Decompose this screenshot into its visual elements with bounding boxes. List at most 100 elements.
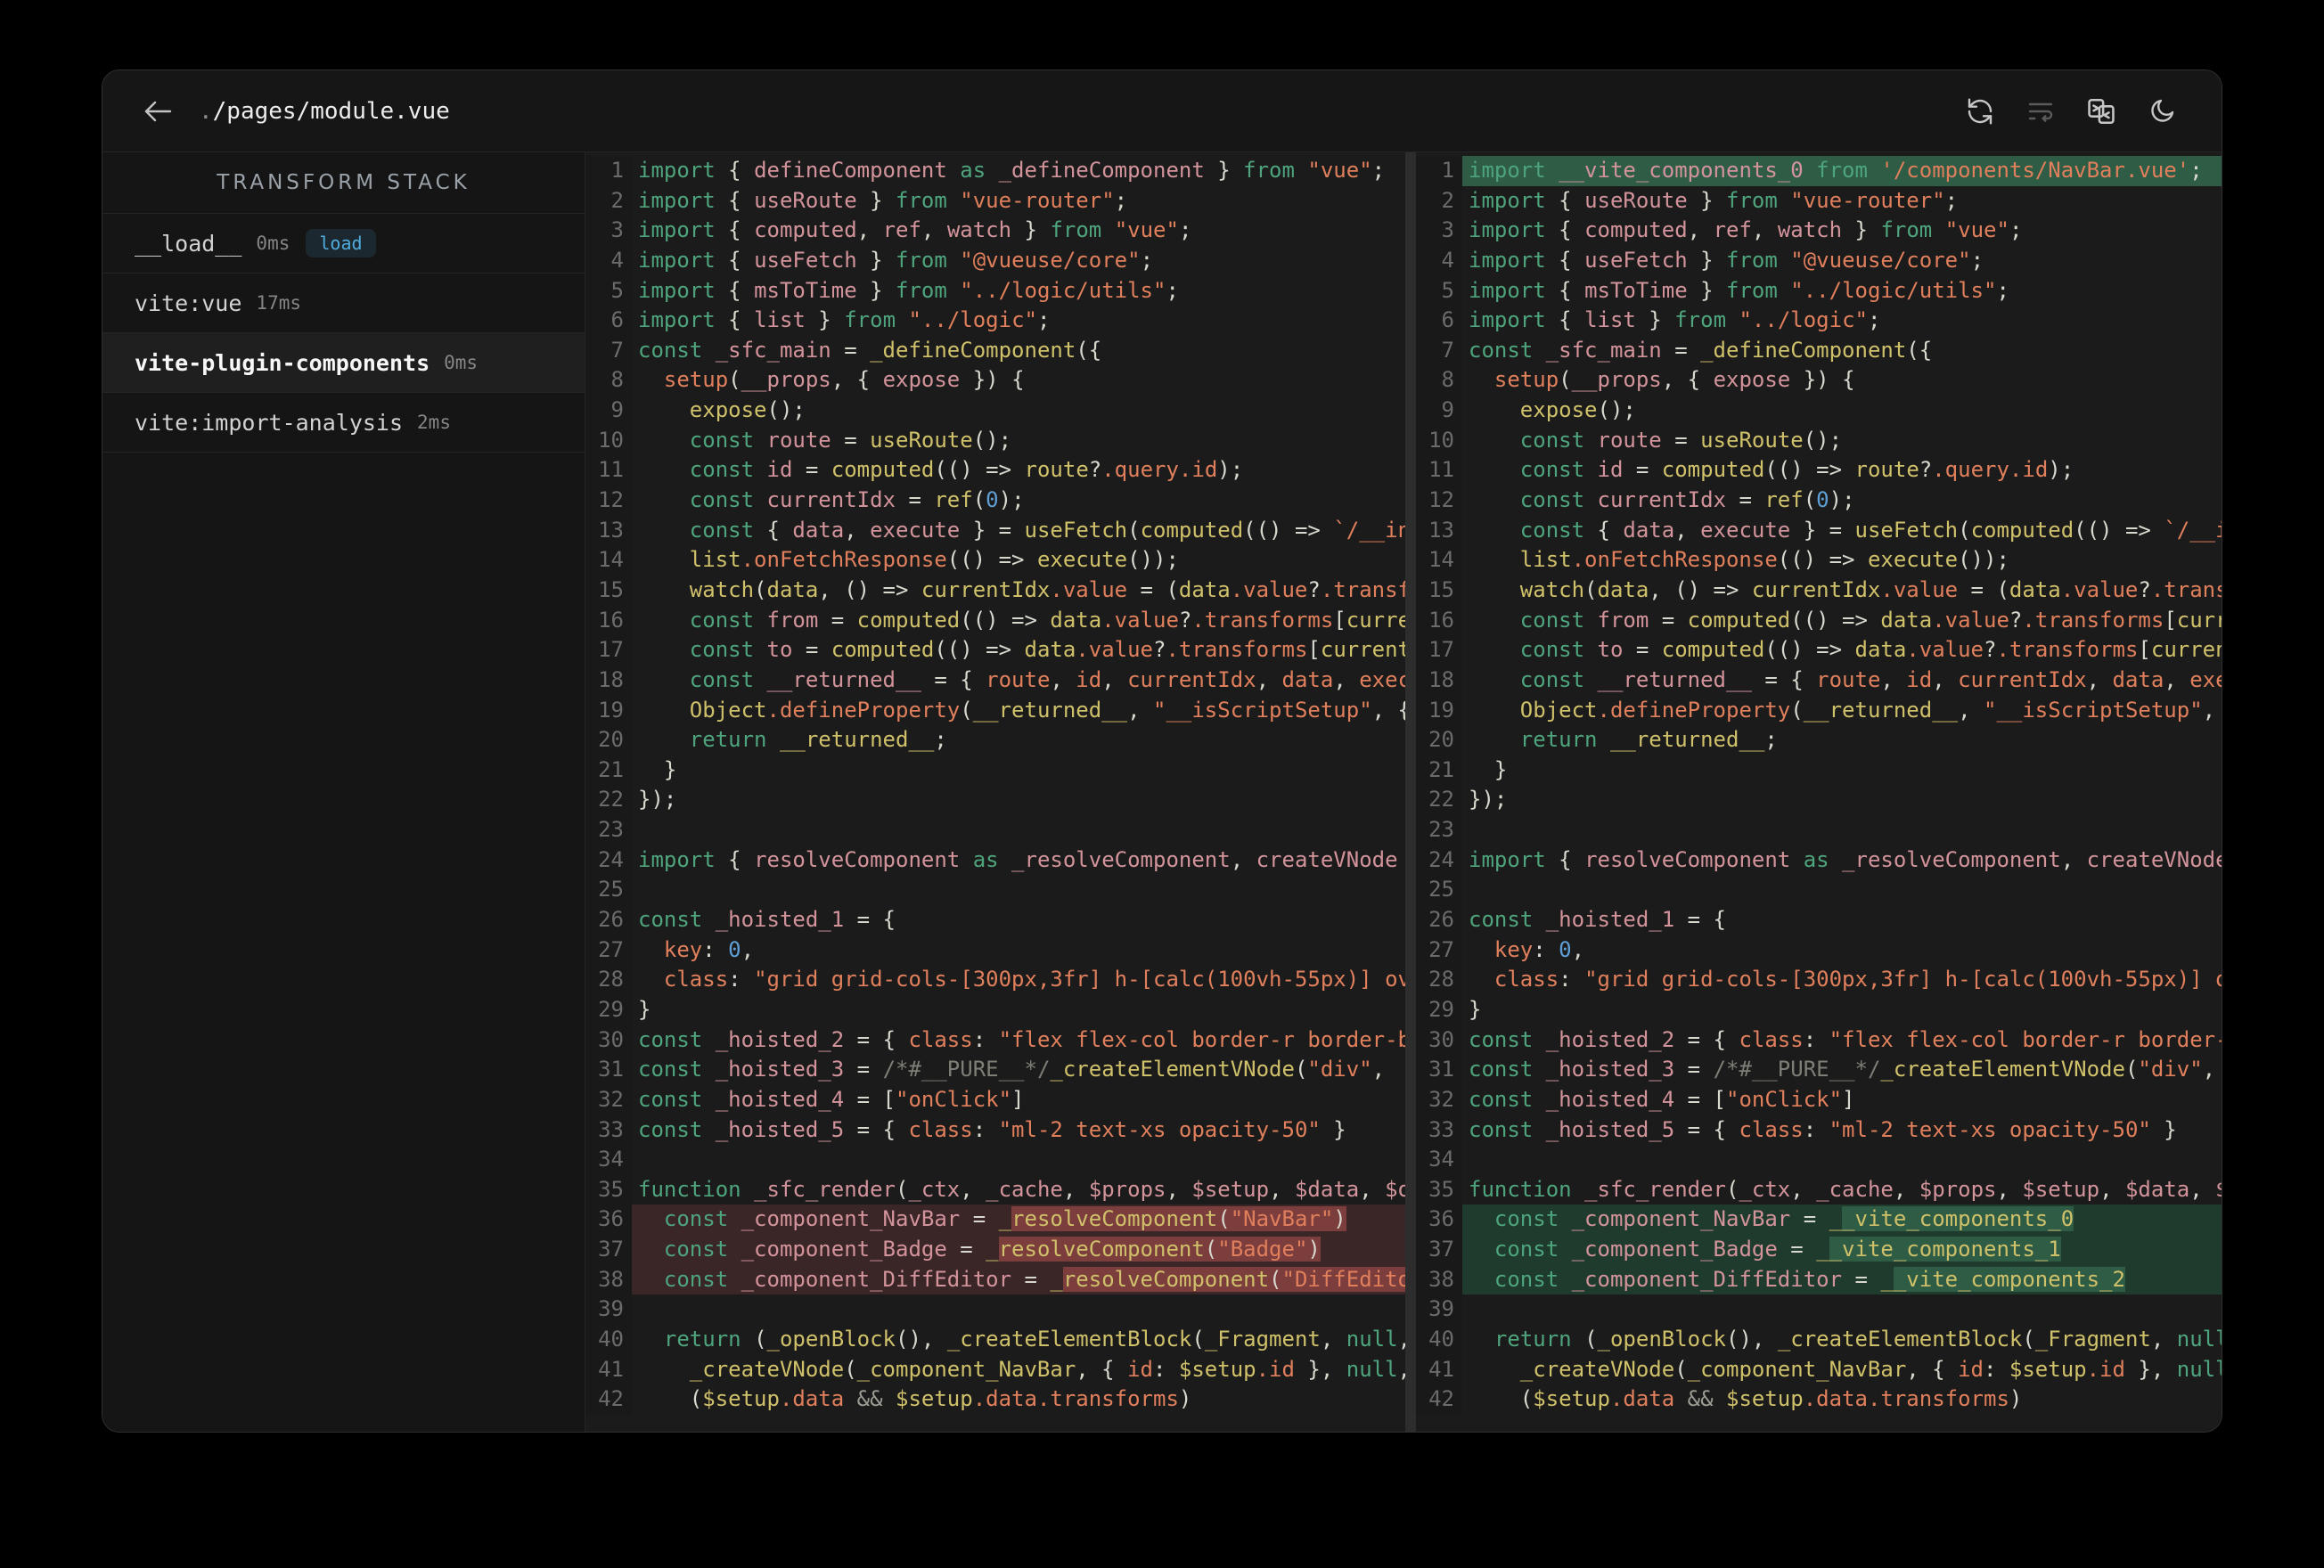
code-text: import { useFetch } from "@vueuse/core";: [1469, 247, 1984, 273]
compare-panes-button[interactable]: [2081, 91, 2122, 132]
code-text: ($setup.data && $setup.data.transforms): [1469, 1386, 2023, 1412]
code-text: const _hoisted_5 = { class: "ml-2 text-x…: [638, 1116, 1346, 1142]
code-text: const id = computed(() => route?.query.i…: [1519, 457, 2074, 483]
code-text: }: [1469, 996, 1482, 1022]
code-pane-after[interactable]: 1 import __vite_components_0 from '/compo…: [1416, 152, 2222, 1432]
code-text: expose();: [689, 397, 806, 423]
plugin-name: __load__: [135, 230, 242, 257]
line-number: 6: [1416, 306, 1462, 336]
code-line: 25: [1416, 875, 2222, 906]
transform-stack-title: TRANSFORM STACK: [102, 152, 585, 214]
line-number: 33: [1416, 1115, 1462, 1146]
code-text: const to = computed(() => data.value?.tr…: [1519, 637, 2222, 663]
line-number: 39: [585, 1294, 632, 1325]
line-number: 40: [1416, 1324, 1462, 1355]
line-number: 3: [1416, 216, 1462, 246]
code-line: 41 _createVNode(_component_NavBar, { id:…: [585, 1354, 1405, 1385]
refresh-button[interactable]: [1960, 91, 2001, 132]
code-text: return __returned__;: [689, 727, 947, 753]
code-text: const currentIdx = ref(0);: [1519, 487, 1855, 513]
code-line: 6 import { list } from "../logic";: [1416, 306, 2222, 336]
code-line: 13 const { data, execute } = useFetch(co…: [1416, 515, 2222, 546]
line-number: 24: [585, 845, 632, 876]
code-line: 39: [585, 1294, 1405, 1325]
code-line: 20 return __returned__;: [1416, 725, 2222, 755]
code-text: function _sfc_render(_ctx, _cache, $prop…: [638, 1176, 1405, 1202]
code-line: 3 import { computed, ref, watch } from "v…: [1416, 216, 2222, 246]
code-text: list.onFetchResponse(() => execute());: [689, 547, 1179, 573]
code-line: 4 import { useFetch } from "@vueuse/core"…: [585, 245, 1405, 276]
code-line: 18 const __returned__ = { route, id, cur…: [585, 665, 1405, 696]
code-line: 34: [1416, 1145, 2222, 1175]
code-text: const _hoisted_1 = {: [1469, 907, 1726, 933]
diff-view: 1 import { defineComponent as _defineComp…: [585, 152, 2222, 1432]
dark-mode-button[interactable]: [2141, 91, 2182, 132]
plugin-name: vite-plugin-components: [135, 349, 430, 376]
code-text: import { list } from "../logic";: [1469, 307, 1881, 333]
sidebar-item-vite-plugin-components[interactable]: vite-plugin-components 0ms: [102, 333, 585, 393]
code-line: 38 const _component_DiffEditor = _resolv…: [585, 1264, 1405, 1295]
code-line: 29}: [585, 994, 1405, 1025]
line-number: 19: [585, 695, 632, 726]
line-number: 12: [585, 486, 632, 516]
code-line: 16 const from = computed(() => data.valu…: [585, 605, 1405, 636]
line-number: 12: [1416, 486, 1462, 516]
code-pane-before[interactable]: 1 import { defineComponent as _defineComp…: [585, 152, 1405, 1432]
line-number: 8: [585, 365, 632, 396]
code-text: const _hoisted_5 = { class: "ml-2 text-x…: [1469, 1116, 2177, 1142]
code-line: 3 import { computed, ref, watch } from "v…: [585, 216, 1405, 246]
plugin-time: 2ms: [417, 412, 451, 433]
line-number: 13: [585, 515, 632, 546]
code-line: 39: [1416, 1294, 2222, 1325]
line-number: 4: [585, 245, 632, 276]
line-number: 28: [1416, 965, 1462, 995]
code-line: 30 const _hoisted_2 = { class: "flex flex…: [1416, 1025, 2222, 1056]
code-text: return (_openBlock(), _createElementBloc…: [1493, 1326, 2222, 1352]
line-number: 20: [585, 725, 632, 755]
line-number: 33: [585, 1115, 632, 1146]
line-number: 13: [1416, 515, 1462, 546]
line-number: 29: [1416, 994, 1462, 1025]
sidebar-item-vite-vue[interactable]: vite:vue 17ms: [102, 274, 585, 333]
code-text: import { msToTime } from "../logic/utils…: [1469, 277, 2009, 303]
code-line: 8 setup(__props, { expose }) {: [585, 365, 1405, 396]
code-text: const currentIdx = ref(0);: [689, 487, 1025, 513]
code-line: 10 const route = useRoute();: [585, 425, 1405, 456]
back-button[interactable]: [138, 92, 177, 131]
code-line: 21 }: [585, 755, 1405, 786]
code-text: Object.defineProperty(__returned__, "__i…: [1519, 697, 2216, 723]
sidebar-item-vite-import-analysis[interactable]: vite:import-analysis 2ms: [102, 393, 585, 453]
line-number: 5: [585, 275, 632, 306]
code-line: 11 const id = computed(() => route?.quer…: [585, 455, 1405, 486]
code-line: 42 ($setup.data && $setup.data.transform…: [585, 1384, 1405, 1415]
line-number: 7: [1416, 335, 1462, 366]
dark-mode-icon: [2151, 99, 2174, 122]
line-number: 36: [1416, 1205, 1462, 1236]
wrap-lines-button[interactable]: [2020, 91, 2061, 132]
code-text: const _hoisted_2 = { class: "flex flex-c…: [638, 1026, 1405, 1052]
line-number: 37: [1416, 1235, 1462, 1265]
line-number: 30: [1416, 1025, 1462, 1056]
code-line: 36 const _component_NavBar = _resolveCom…: [585, 1205, 1405, 1236]
code-line: 22});: [1416, 785, 2222, 816]
line-number: 32: [1416, 1084, 1462, 1115]
line-number: 25: [1416, 875, 1462, 906]
refresh-icon: [1968, 97, 1993, 125]
code-text: expose();: [1519, 397, 1636, 423]
code-line: 14 list.onFetchResponse(() => execute())…: [1416, 545, 2222, 576]
code-line: 35 function _sfc_render(_ctx, _cache, $pr…: [1416, 1174, 2222, 1205]
pane-divider[interactable]: [1405, 152, 1416, 1432]
code-text: const to = computed(() => data.value?.tr…: [689, 637, 1405, 663]
line-number: 34: [585, 1145, 632, 1175]
main-content: TRANSFORM STACK __load__ 0ms load vite:vue 1…: [102, 152, 2222, 1432]
line-number: 7: [585, 335, 632, 366]
line-number: 6: [585, 306, 632, 336]
code-text: }: [638, 756, 677, 782]
line-number: 15: [585, 575, 632, 606]
plugin-time: 0ms: [444, 352, 479, 373]
sidebar-item--load-[interactable]: __load__ 0ms load: [102, 214, 585, 274]
code-line: 8 setup(__props, { expose }) {: [1416, 365, 2222, 396]
